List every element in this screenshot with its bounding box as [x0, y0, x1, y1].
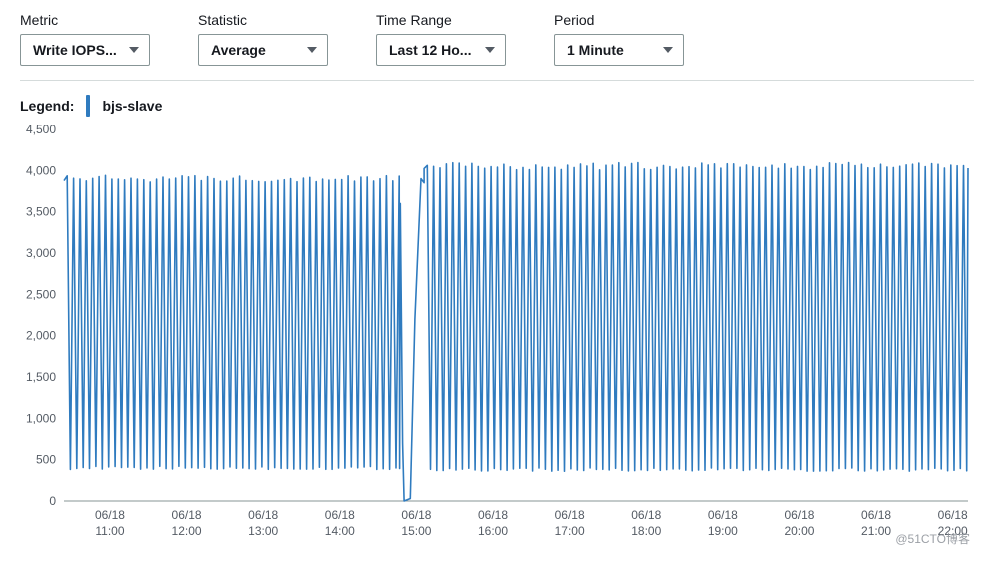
timerange-value: Last 12 Ho...	[389, 42, 471, 58]
svg-text:13:00: 13:00	[248, 524, 278, 538]
legend-row: Legend: bjs-slave	[20, 81, 974, 125]
svg-text:22:00: 22:00	[938, 524, 968, 538]
svg-text:06/18: 06/18	[784, 508, 814, 522]
chevron-down-icon	[307, 47, 317, 53]
svg-text:16:00: 16:00	[478, 524, 508, 538]
svg-text:0: 0	[49, 494, 56, 508]
statistic-value: Average	[211, 42, 266, 58]
svg-text:17:00: 17:00	[555, 524, 585, 538]
metric-label: Metric	[20, 12, 150, 28]
svg-text:06/18: 06/18	[555, 508, 585, 522]
svg-text:20:00: 20:00	[784, 524, 814, 538]
legend-color-chip	[86, 95, 90, 117]
metric-select[interactable]: Write IOPS...	[20, 34, 150, 66]
svg-text:06/18: 06/18	[401, 508, 431, 522]
svg-text:1,000: 1,000	[26, 411, 56, 425]
chevron-down-icon	[129, 47, 139, 53]
svg-text:06/18: 06/18	[95, 508, 125, 522]
period-control: Period 1 Minute	[554, 12, 684, 66]
statistic-select[interactable]: Average	[198, 34, 328, 66]
metric-control: Metric Write IOPS...	[20, 12, 150, 66]
chart-area: 0 500 1,000 1,500 2,000 2,500 3,000 3,500 4,000 4…	[20, 125, 974, 545]
svg-text:3,000: 3,000	[26, 246, 56, 260]
svg-text:18:00: 18:00	[631, 524, 661, 538]
svg-text:06/18: 06/18	[172, 508, 202, 522]
svg-text:12:00: 12:00	[172, 524, 202, 538]
svg-text:1,500: 1,500	[26, 370, 56, 384]
timerange-select[interactable]: Last 12 Ho...	[376, 34, 506, 66]
svg-text:2,500: 2,500	[26, 287, 56, 301]
statistic-label: Statistic	[198, 12, 328, 28]
svg-text:06/18: 06/18	[631, 508, 661, 522]
timerange-label: Time Range	[376, 12, 506, 28]
svg-text:06/18: 06/18	[478, 508, 508, 522]
svg-text:06/18: 06/18	[938, 508, 968, 522]
svg-text:11:00: 11:00	[95, 524, 124, 538]
svg-text:4,500: 4,500	[26, 125, 56, 136]
statistic-control: Statistic Average	[198, 12, 328, 66]
svg-text:06/18: 06/18	[248, 508, 278, 522]
svg-text:15:00: 15:00	[401, 524, 431, 538]
period-select[interactable]: 1 Minute	[554, 34, 684, 66]
chevron-down-icon	[663, 47, 673, 53]
svg-text:500: 500	[36, 453, 56, 467]
svg-text:06/18: 06/18	[861, 508, 891, 522]
svg-text:3,500: 3,500	[26, 205, 56, 219]
legend-label: Legend:	[20, 98, 74, 114]
legend-series-name: bjs-slave	[102, 98, 162, 114]
timerange-control: Time Range Last 12 Ho...	[376, 12, 506, 66]
svg-text:2,000: 2,000	[26, 329, 56, 343]
svg-text:21:00: 21:00	[861, 524, 891, 538]
svg-text:06/18: 06/18	[708, 508, 738, 522]
chevron-down-icon	[485, 47, 495, 53]
svg-text:06/18: 06/18	[325, 508, 355, 522]
svg-text:14:00: 14:00	[325, 524, 355, 538]
svg-text:19:00: 19:00	[708, 524, 738, 538]
period-value: 1 Minute	[567, 42, 624, 58]
line-chart: 0 500 1,000 1,500 2,000 2,500 3,000 3,500 4,000 4…	[20, 125, 974, 545]
controls-row: Metric Write IOPS... Statistic Average T…	[20, 12, 974, 81]
svg-text:4,000: 4,000	[26, 163, 56, 177]
period-label: Period	[554, 12, 684, 28]
metric-value: Write IOPS...	[33, 42, 117, 58]
